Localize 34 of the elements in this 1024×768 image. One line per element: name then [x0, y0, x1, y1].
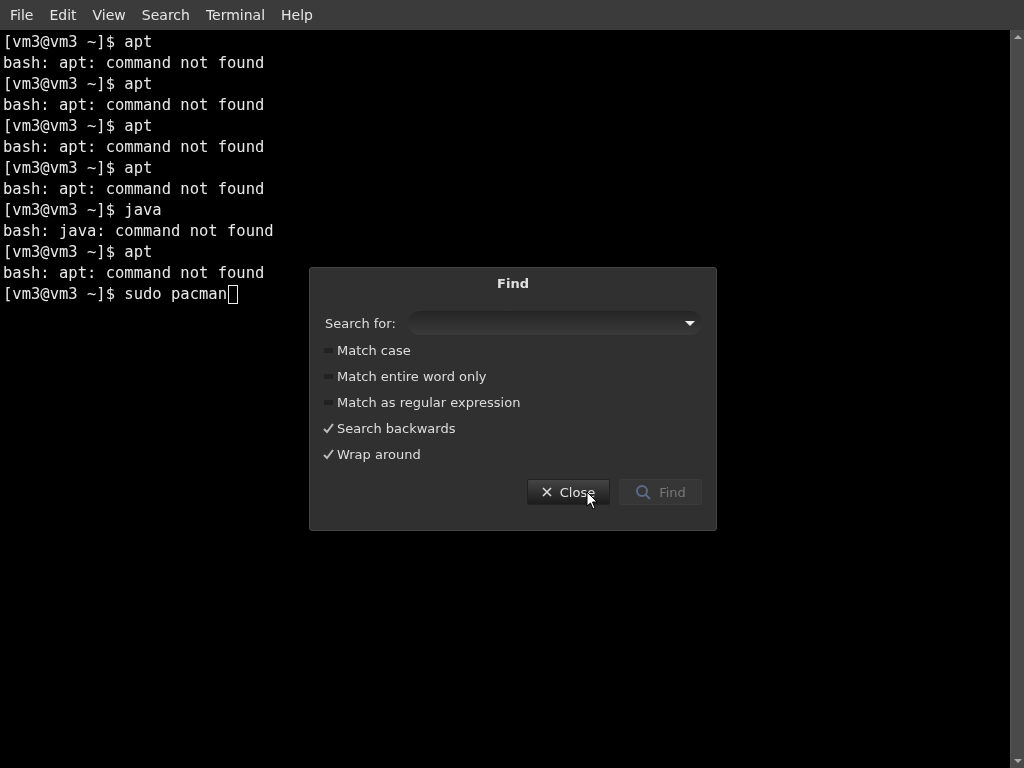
option-label: Match case: [337, 343, 411, 358]
menu-item[interactable]: File: [2, 3, 42, 27]
checkbox[interactable]: [323, 423, 334, 434]
option-label: Wrap around: [337, 447, 421, 462]
option-label: Match entire word only: [337, 369, 487, 384]
terminal-line: [vm3@vm3 ~]$ apt: [3, 116, 153, 137]
terminal-line: bash: java: command not found: [3, 221, 274, 242]
terminal-line: bash: apt: command not found: [3, 137, 265, 158]
terminal-line: bash: apt: command not found: [3, 263, 265, 284]
up-arrow-icon[interactable]: [1012, 34, 1023, 40]
search-icon: [635, 484, 652, 500]
terminal-line: bash: apt: command not found: [3, 179, 265, 200]
option-label: Search backwards: [337, 421, 456, 436]
menu-item[interactable]: Search: [133, 3, 198, 27]
menu-item[interactable]: View: [84, 3, 134, 27]
terminal-line: bash: apt: command not found: [3, 53, 265, 74]
close-icon: [541, 487, 552, 497]
terminal-line: [vm3@vm3 ~]$ apt: [3, 242, 153, 263]
terminal-line: [vm3@vm3 ~]$ sudo pacman: [3, 284, 227, 305]
menu-item[interactable]: Edit: [41, 3, 85, 27]
terminal-line: [vm3@vm3 ~]$ java: [3, 200, 162, 221]
checkbox[interactable]: [323, 449, 334, 460]
down-arrow-icon[interactable]: [1012, 758, 1023, 764]
terminal-line: [vm3@vm3 ~]$ apt: [3, 158, 153, 179]
option-label: Match as regular expression: [337, 395, 521, 410]
dialog-title: Find: [497, 276, 529, 291]
menu-item[interactable]: Terminal: [197, 3, 274, 27]
menu-item[interactable]: Help: [273, 3, 321, 27]
terminal-line: [vm3@vm3 ~]$ apt: [3, 74, 153, 95]
terminal-line: [vm3@vm3 ~]$ apt: [3, 32, 153, 53]
scrollbar[interactable]: [1010, 30, 1024, 768]
terminal-line: bash: apt: command not found: [3, 95, 265, 116]
text-cursor: [227, 285, 238, 304]
search-label: Search for:: [325, 315, 396, 331]
